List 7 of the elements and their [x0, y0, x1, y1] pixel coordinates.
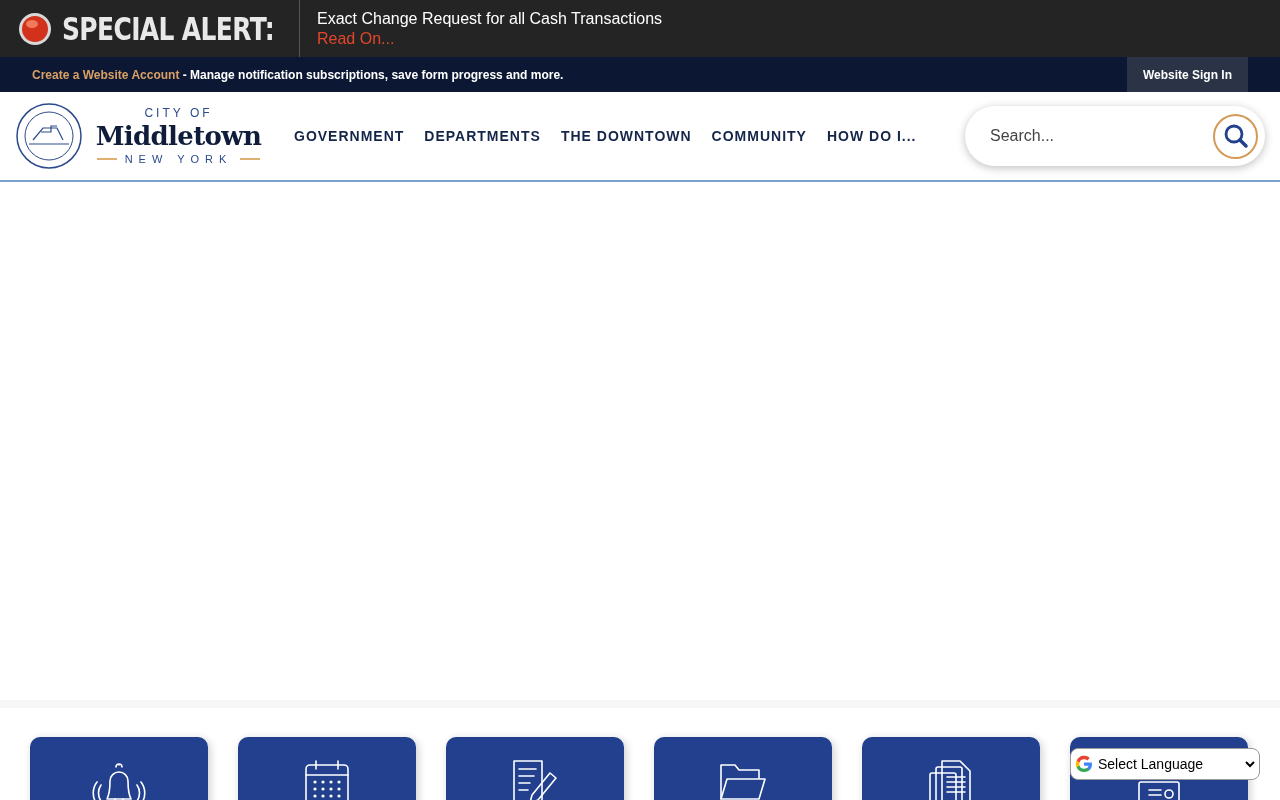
language-select-value: Select Language	[1098, 754, 1205, 774]
alert-title: SPECIAL ALERT:	[62, 8, 275, 50]
logo-new-york: NEW YORK	[124, 152, 233, 166]
alert-message: Exact Change Request for all Cash Transactions	[317, 8, 663, 29]
logo-city-of: CITY OF	[144, 106, 213, 120]
account-message: Create a Website Account - Manage notification subscriptions, save form progress and more.	[32, 66, 565, 84]
logo-name: Middletown	[95, 120, 262, 152]
